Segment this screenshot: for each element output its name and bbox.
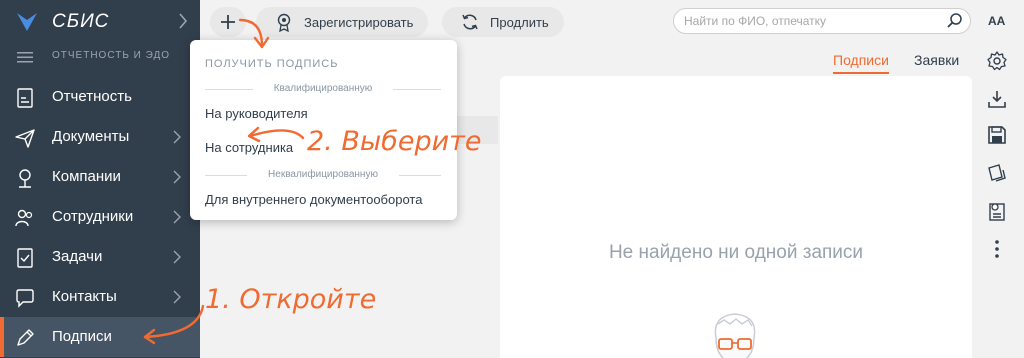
arrow-to-signatures-item-icon — [143, 304, 205, 345]
arrow-to-add-button-icon — [238, 18, 270, 49]
annotation-arrows — [143, 18, 305, 345]
arrow-to-employee-item-icon — [247, 126, 305, 143]
